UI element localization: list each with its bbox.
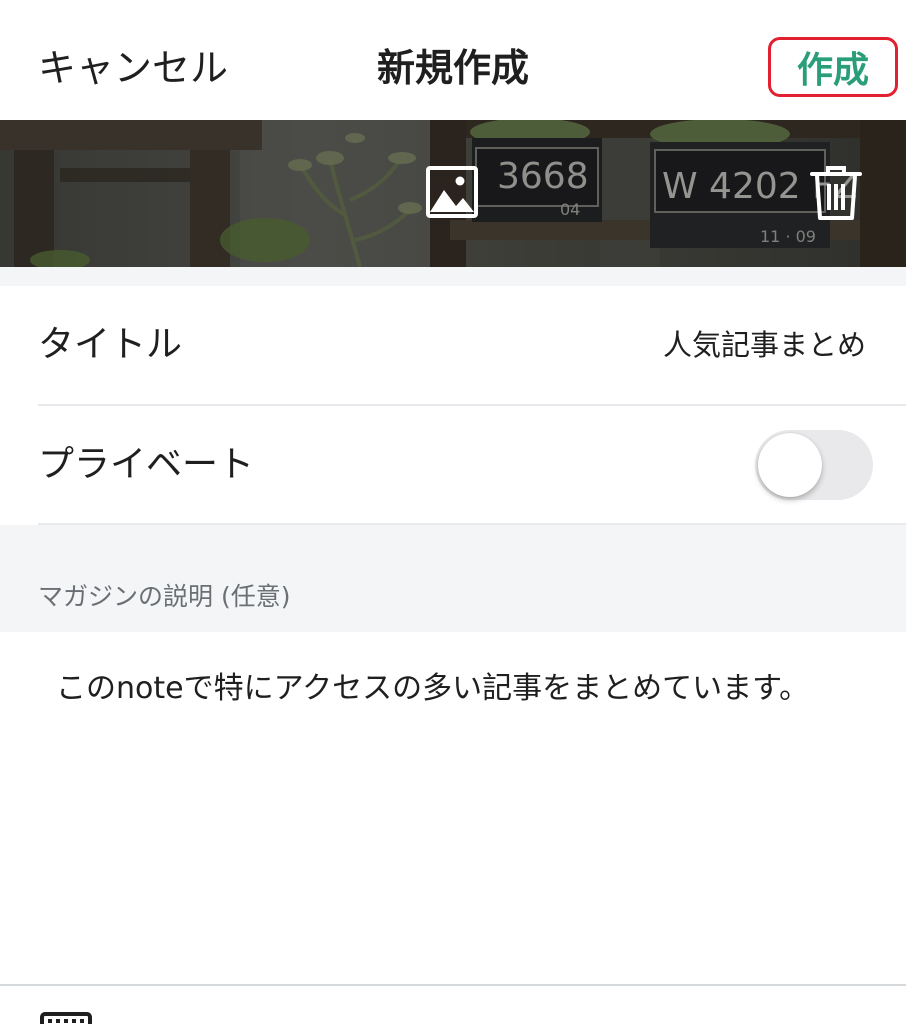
create-button[interactable]: 作成 (768, 37, 898, 97)
description-section-label: マガジンの説明 (任意) (38, 582, 291, 611)
bottom-toolbar (0, 986, 906, 1024)
trash-icon (810, 166, 862, 220)
navigation-header: キャンセル 新規作成 作成 (0, 0, 906, 120)
cover-image: 3668 04 W 4202 FZ 11 · 09 (0, 120, 906, 267)
section-spacer (0, 267, 906, 286)
create-button-label: 作成 (796, 50, 869, 91)
private-label: プライベート (38, 444, 255, 485)
image-icon (426, 166, 478, 218)
title-row[interactable]: タイトル 人気記事まとめ (0, 286, 906, 404)
private-toggle[interactable] (755, 430, 873, 500)
keyboard-icon[interactable] (40, 1012, 92, 1024)
delete-image-button[interactable] (808, 162, 864, 224)
title-label: タイトル (38, 324, 183, 365)
private-row: プライベート (0, 406, 906, 524)
title-input[interactable]: 人気記事まとめ (446, 286, 866, 404)
description-section-header: マガジンの説明 (任意) (0, 525, 906, 632)
description-textarea[interactable]: このnoteで特にアクセスの多い記事をまとめています。 (56, 664, 866, 714)
change-image-button[interactable] (424, 164, 482, 222)
toggle-knob (758, 433, 822, 497)
